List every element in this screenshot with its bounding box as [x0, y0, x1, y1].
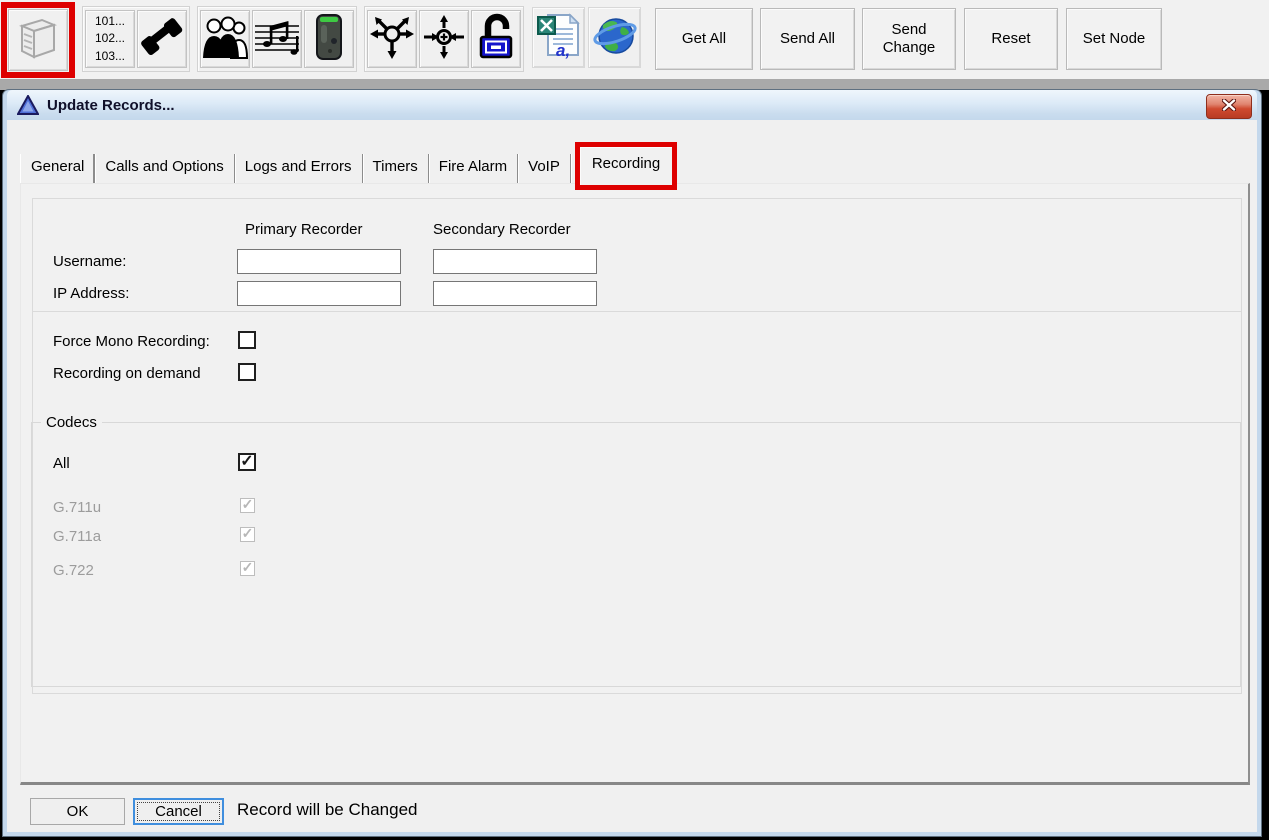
- ip-address-label: IP Address:: [53, 285, 130, 302]
- codec-g722-checkbox: [240, 561, 255, 576]
- section-divider: [33, 311, 1241, 312]
- recording-on-demand-label: Recording on demand: [53, 365, 201, 382]
- phone-icon: [139, 13, 185, 66]
- window-background-band: [0, 79, 1269, 90]
- main-toolbar: 101... 102... 103... a, Get All Send All…: [0, 0, 1269, 79]
- username-secondary-input[interactable]: [433, 249, 597, 274]
- extension-list-button[interactable]: 101... 102... 103...: [85, 10, 135, 68]
- tab-logs-and-errors[interactable]: Logs and Errors: [235, 154, 363, 183]
- app-triangle-icon: [17, 94, 39, 116]
- username-label: Username:: [53, 253, 127, 270]
- extension-list-icon: 101... 102... 103...: [94, 13, 126, 63]
- broadcast-arrows-icon: [368, 13, 416, 66]
- secondary-recorder-header: Secondary Recorder: [433, 221, 571, 238]
- recording-on-demand-checkbox[interactable]: [238, 363, 256, 381]
- send-all-label: Send All: [779, 30, 836, 47]
- recorder-icon: [309, 13, 349, 66]
- username-primary-input[interactable]: [237, 249, 401, 274]
- contacts-button[interactable]: [200, 10, 250, 68]
- dialog-client-area: General Calls and Options Logs and Error…: [7, 120, 1257, 832]
- codec-g711a-label: G.711a: [53, 528, 102, 545]
- music-icon: [253, 14, 301, 65]
- server-button[interactable]: [8, 9, 68, 71]
- close-button[interactable]: [1206, 94, 1252, 119]
- tab-recording-label: Recording: [591, 155, 661, 172]
- music-button[interactable]: [252, 10, 302, 68]
- codec-g711u-label: G.711u: [53, 499, 102, 516]
- codecs-group: Codecs All G.711u G.711a G.722: [31, 414, 1241, 687]
- send-change-label: Send Change: [882, 21, 936, 56]
- multicast-button[interactable]: [419, 10, 469, 68]
- codec-g711u-checkbox: [240, 498, 255, 513]
- tab-fire-alarm[interactable]: Fire Alarm: [429, 154, 519, 183]
- toolbar-group-network: [364, 6, 524, 72]
- codec-g711a-checkbox: [240, 527, 255, 542]
- phone-button[interactable]: [137, 10, 187, 68]
- reset-button[interactable]: Reset: [964, 8, 1058, 70]
- server-button-annotation-wrap: [1, 2, 75, 78]
- primary-recorder-header: Primary Recorder: [245, 221, 363, 238]
- ip-address-secondary-input[interactable]: [433, 281, 597, 306]
- set-node-label: Set Node: [1082, 30, 1146, 47]
- lock-icon: [476, 13, 516, 66]
- toolbar-group-extensions: 101... 102... 103...: [82, 6, 190, 72]
- dialog-titlebar[interactable]: Update Records...: [7, 90, 1257, 120]
- status-message: Record will be Changed: [237, 800, 418, 819]
- cancel-button[interactable]: Cancel: [133, 798, 224, 825]
- close-icon: [1221, 97, 1237, 116]
- recording-tab-page: Primary Recorder Secondary Recorder User…: [20, 183, 1250, 785]
- ip-address-primary-input[interactable]: [237, 281, 401, 306]
- svg-text:a,: a,: [556, 41, 570, 59]
- globe-button[interactable]: [588, 7, 641, 68]
- dialog-title: Update Records...: [47, 96, 175, 114]
- tab-strip: General Calls and Options Logs and Error…: [20, 142, 678, 190]
- tab-calls-and-options[interactable]: Calls and Options: [95, 154, 235, 183]
- codec-all-label: All: [53, 455, 70, 472]
- set-node-button[interactable]: Set Node: [1066, 8, 1162, 70]
- tab-general[interactable]: General: [20, 154, 96, 183]
- broadcast-button[interactable]: [367, 10, 417, 68]
- tab-timers[interactable]: Timers: [363, 154, 429, 183]
- reset-label: Reset: [991, 30, 1031, 47]
- codec-g722-label: G.722: [53, 562, 94, 579]
- send-all-button[interactable]: Send All: [760, 8, 855, 70]
- multicast-target-icon: [420, 13, 468, 66]
- toolbar-group-media: [197, 6, 357, 72]
- ok-button[interactable]: OK: [30, 798, 125, 825]
- globe-icon: [591, 11, 639, 64]
- get-all-button[interactable]: Get All: [655, 8, 753, 70]
- send-change-button[interactable]: Send Change: [862, 8, 956, 70]
- tab-voip[interactable]: VoIP: [518, 154, 571, 183]
- get-all-label: Get All: [681, 30, 727, 47]
- server-icon: [16, 14, 60, 67]
- force-mono-label: Force Mono Recording:: [53, 333, 210, 350]
- codecs-legend: Codecs: [46, 414, 97, 431]
- codec-all-checkbox[interactable]: [238, 453, 256, 471]
- recorder-button[interactable]: [304, 10, 354, 68]
- excel-export-button[interactable]: a,: [532, 7, 585, 68]
- excel-export-icon: a,: [536, 11, 582, 64]
- update-records-dialog: Update Records... General Calls and Opti…: [3, 90, 1261, 836]
- force-mono-checkbox[interactable]: [238, 331, 256, 349]
- tab-recording[interactable]: Recording: [574, 142, 678, 190]
- lock-button[interactable]: [471, 10, 521, 68]
- contacts-icon: [201, 14, 249, 65]
